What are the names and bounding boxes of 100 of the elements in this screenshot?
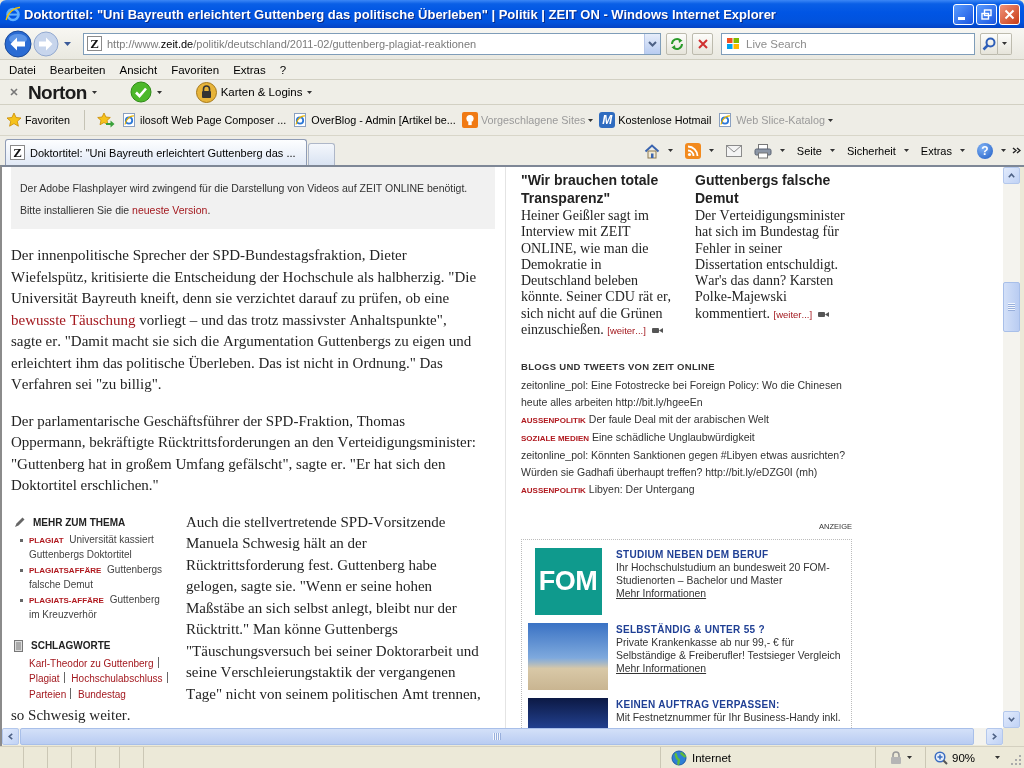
- favorite-link[interactable]: ilosoft Web Page Composer ...: [121, 112, 287, 128]
- photo-placeholder[interactable]: [528, 623, 608, 691]
- star-plus-icon: [97, 112, 115, 128]
- caret-icon: [995, 756, 1001, 759]
- toolbar-logo-button[interactable]: Norton: [28, 82, 97, 102]
- keyword-link[interactable]: Plagiat: [29, 673, 60, 684]
- favorite-link[interactable]: M Kostenlose Hotmail: [599, 112, 712, 128]
- keyword-link[interactable]: Parteien: [29, 688, 67, 700]
- blog-link[interactable]: zeitonline_pol: Eine Fotostrecke bei Foreign Policy: Wo die Chinesen heute alles arbeiten http://bit.ly/hgeeEn: [521, 377, 855, 412]
- new-tab-button[interactable]: [307, 143, 335, 165]
- article-paragraph: Auch die stellvertretende SPD-Vorsitzende Manuela Schwesig hält an der Rücktrittsforderung fest. Guttenberg habe gelogen, sagte sie. "Wenn er seine hohen Maßstäbe an sich selbst anlegt, bleibt nur der Rücktritt." Man könne Guttenbergs "Täuschungsversuch bei seiner Doktorarbeit und seine Verschleierungstaktik der vergangenen Tage" nicht von seinem politischen Amt trennen,: [186, 512, 482, 704]
- ad-headline[interactable]: KEINEN AUFTRAG VERPASSEN:: [616, 699, 780, 711]
- chevron-right-icon: [992, 733, 997, 740]
- check-circle-icon: [129, 81, 152, 103]
- ad-headline[interactable]: STUDIUM NEBEN DEM BERUF: [616, 549, 769, 561]
- related-article-link[interactable]: PLAGIATSAFFÄRE Guttenbergs falsche Demut: [29, 562, 169, 593]
- chevron-up-icon: [1008, 173, 1015, 178]
- caret-icon: [667, 149, 673, 152]
- keyword-link[interactable]: Karl-Theodor zu Guttenberg: [29, 657, 154, 669]
- more-link[interactable]: [weiter...]: [773, 308, 813, 320]
- more-info-link[interactable]: Mehr Informationen: [616, 663, 707, 675]
- teaser-headline[interactable]: "Wir brauchen totale Transparenz": [521, 171, 674, 207]
- menu-item[interactable]: Bearbeiten: [42, 60, 113, 79]
- search-button[interactable]: [980, 32, 998, 55]
- caret-icon: [63, 41, 71, 46]
- menu-item[interactable]: Extras: [226, 60, 273, 79]
- menu-item[interactable]: Ansicht: [112, 60, 165, 79]
- blog-link[interactable]: SOZIALE MEDIEN Eine schädliche Unglaubwürdigkeit: [521, 429, 755, 448]
- chevron-down-icon: [648, 40, 657, 47]
- scroll-left-button[interactable]: [2, 728, 19, 745]
- back-button[interactable]: [4, 29, 32, 58]
- favorites-button[interactable]: Favoriten: [6, 112, 70, 128]
- menu-item[interactable]: ?: [272, 60, 294, 79]
- section-heading: BLOGS UND TWEETS VON ZEIT ONLINE: [521, 361, 715, 373]
- refresh-button[interactable]: [666, 32, 687, 55]
- blog-link[interactable]: AUSSENPOLITIK Libyen: Der Untergang: [521, 481, 695, 500]
- stop-button[interactable]: [692, 32, 713, 55]
- teaser-headline[interactable]: Guttenbergs falsche Demut: [695, 171, 852, 207]
- menu-item[interactable]: Datei: [2, 60, 43, 79]
- caret-icon: [1001, 149, 1006, 152]
- section-heading: MEHR ZUM THEMA: [33, 515, 126, 530]
- keyword-link[interactable]: Bundestag: [78, 688, 126, 700]
- caret-icon: [829, 149, 835, 152]
- window-title: Doktortitel: "Uni Bayreuth erleichtert Guttenberg das politische Überleben" | Politik | ZEIT ON - Windows Internet Explorer: [24, 6, 777, 22]
- search-field[interactable]: Live Search: [721, 32, 975, 55]
- caret-icon: [588, 118, 594, 122]
- address-field[interactable]: Z http://www.zeit.de/politik/deutschland/2011-02/guttenberg-plagiat-reaktionen: [83, 32, 661, 55]
- lightbulb-icon: [461, 112, 478, 128]
- ad-headline[interactable]: SELBSTÄNDIG & UNTER 55 ?: [616, 624, 765, 636]
- restore-button[interactable]: [976, 3, 997, 25]
- close-icon: [1004, 8, 1015, 20]
- browser-logo-icon: [5, 6, 21, 22]
- flag-icon: [726, 37, 740, 50]
- more-link[interactable]: [weiter...]: [607, 325, 646, 337]
- caret-icon: [828, 118, 833, 122]
- address-dropdown-button[interactable]: [644, 33, 660, 54]
- search-icon: [982, 36, 996, 51]
- scroll-down-button[interactable]: [1003, 711, 1020, 728]
- text-link[interactable]: bewusste Täuschung: [11, 311, 136, 328]
- keyword-link[interactable]: Hochschulabschluss: [71, 673, 163, 684]
- caret-icon: [156, 90, 162, 94]
- house-icon: [643, 142, 660, 159]
- envelope-icon: [725, 144, 742, 157]
- close-toolbar-button[interactable]: [10, 88, 18, 96]
- scroll-up-button[interactable]: [1003, 167, 1020, 184]
- browser-tab[interactable]: Z Doktortitel: "Uni Bayreuth erleichtert Guttenberg das ...: [5, 139, 307, 165]
- notice-text: Der Adobe Flashplayer wird zwingend für die Darstellung von Videos auf ZEIT ONLINE benötigt.: [20, 181, 469, 196]
- scrollbar-thumb[interactable]: [20, 728, 974, 745]
- zoom-button[interactable]: 90%: [926, 747, 1006, 768]
- close-button[interactable]: [999, 3, 1020, 25]
- blog-link[interactable]: AUSSENPOLITIK Der faule Deal mit der arabischen Welt: [521, 411, 769, 430]
- add-favorite-button[interactable]: [97, 112, 115, 128]
- blog-link[interactable]: zeitonline_pol: Könnten Sanktionen gegen #Libyen etwas ausrichten? Würden sie Gadhafi überhaupt treffen? http://bit.ly/eDZG0I (mh): [521, 447, 855, 482]
- favorite-link[interactable]: OverBlog - Admin [Artikel be...: [292, 112, 456, 128]
- search-dropdown-button[interactable]: [998, 32, 1012, 55]
- globe-icon: [671, 749, 687, 766]
- minimize-button[interactable]: [953, 3, 974, 25]
- letter-tile-icon: M: [599, 112, 616, 128]
- logins-menu-button[interactable]: Karten & Logins: [195, 81, 312, 103]
- video-camera-icon: [818, 311, 830, 319]
- photo-placeholder[interactable]: [528, 698, 608, 728]
- bullet-icon: [20, 538, 23, 542]
- caret-icon: [960, 149, 965, 152]
- related-article-link[interactable]: PLAGIATS-AFFÄRE Guttenberg im Kreuzverhör: [29, 592, 169, 623]
- command-menu-button[interactable]: Seite: [790, 139, 841, 162]
- command-menu-button[interactable]: Extras: [914, 139, 971, 162]
- menu-item[interactable]: Favoriten: [164, 60, 227, 79]
- caret-icon: [708, 149, 714, 152]
- teaser-text: Der Verteidigungsminister hat sich im Bundestag für Fehler in seiner Dissertation entschuldigt. War's das dann? Karsten Polke-Majewski kommentiert. [weiter...]: [695, 208, 846, 323]
- restore-icon: [981, 8, 992, 20]
- security-zone-label: Internet: [692, 751, 731, 764]
- scrollbar-thumb[interactable]: [1003, 282, 1020, 332]
- video-camera-icon: [651, 327, 663, 335]
- check-menu-button[interactable]: [129, 81, 162, 103]
- site-favicon-icon: Z: [10, 145, 25, 160]
- related-article-link[interactable]: PLAGIAT Universität kassiert Guttenbergs Doktortitel: [29, 532, 169, 563]
- minimize-icon: [958, 16, 965, 20]
- command-menu-button[interactable]: Sicherheit: [840, 139, 915, 162]
- more-info-link[interactable]: Mehr Informationen: [616, 588, 707, 600]
- scroll-right-button[interactable]: [986, 728, 1003, 745]
